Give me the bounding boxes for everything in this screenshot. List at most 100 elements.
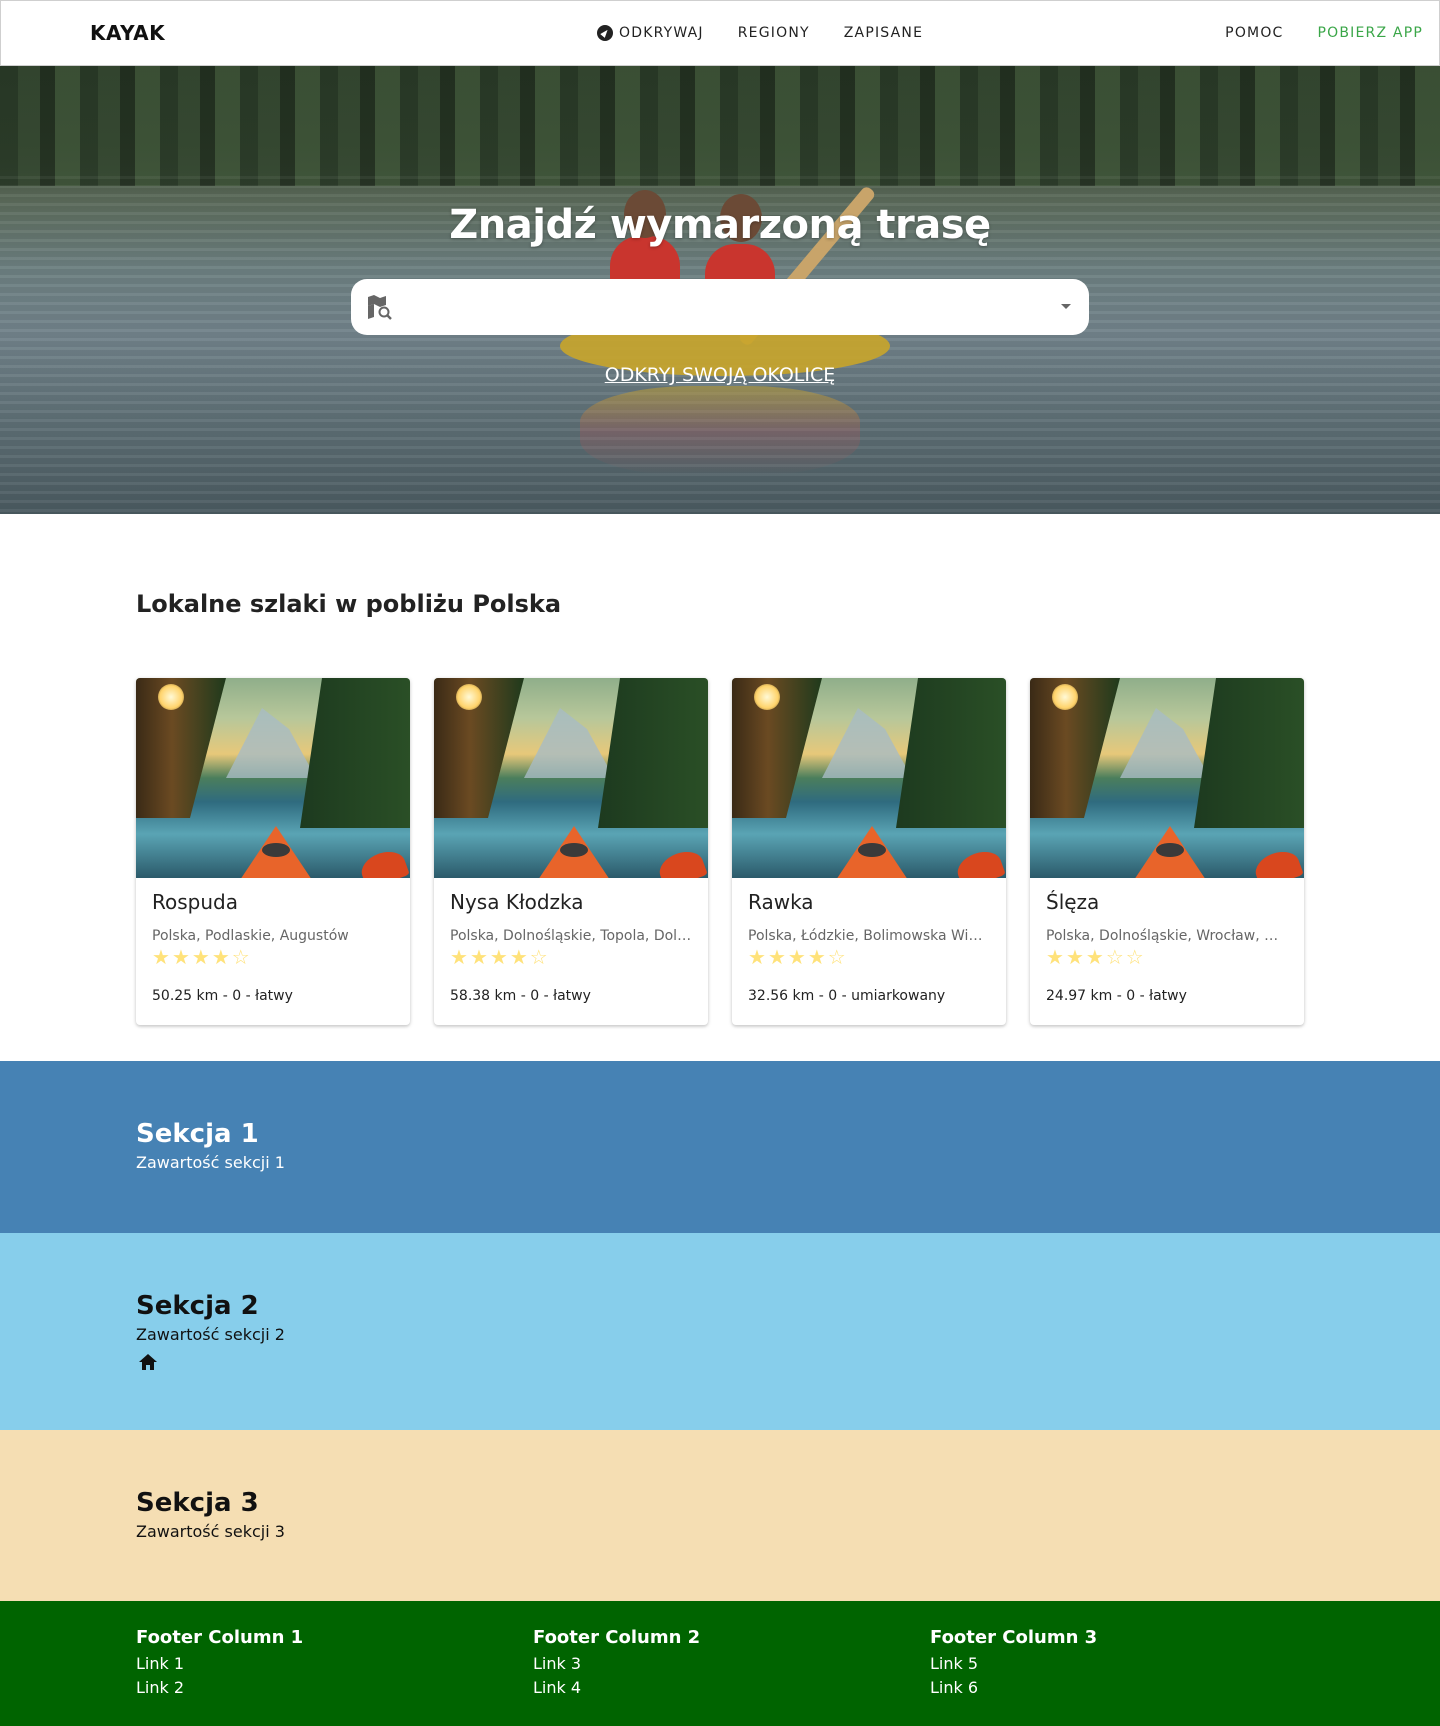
image-paddle xyxy=(655,846,708,878)
section-content: Zawartość sekcji 3 xyxy=(136,1522,285,1541)
trail-card[interactable]: Rospuda Polska, Podlaskie, Augustów ★★★★… xyxy=(136,678,410,1025)
image-tree xyxy=(598,678,708,828)
footer-link[interactable]: Link 1 xyxy=(136,1652,303,1676)
image-tree xyxy=(896,678,1006,828)
compass-icon xyxy=(597,25,613,41)
hero-banner: Znajdź wymarzoną trasę ODKRYJ SWOJĄ OKOL… xyxy=(0,66,1440,514)
trail-location: Polska, Dolnośląskie, Wrocław, D... xyxy=(1046,928,1288,944)
star-filled-icon: ★ xyxy=(1065,945,1086,969)
image-paddle xyxy=(357,846,410,878)
section-title: Sekcja 2 xyxy=(136,1291,259,1321)
footer-column-title: Footer Column 2 xyxy=(533,1627,701,1648)
hero-kayak-reflection xyxy=(580,386,860,476)
trail-card[interactable]: Rawka Polska, Łódzkie, Bolimowska Wie...… xyxy=(732,678,1006,1025)
trail-image xyxy=(136,678,410,878)
footer-link[interactable]: Link 4 xyxy=(533,1676,700,1700)
top-nav: KAYAK ODKRYWAJ REGIONY ZAPISANE POMOC PO… xyxy=(0,0,1440,66)
trail-card[interactable]: Ślęza Polska, Dolnośląskie, Wrocław, D..… xyxy=(1030,678,1304,1025)
star-rating: ★★★★☆ xyxy=(152,946,394,968)
image-paddle xyxy=(953,846,1006,878)
image-tree xyxy=(300,678,410,828)
trail-image xyxy=(732,678,1006,878)
star-filled-icon: ★ xyxy=(787,945,808,969)
nav-item-zapisane[interactable]: ZAPISANE xyxy=(844,25,923,41)
star-filled-icon: ★ xyxy=(748,945,768,969)
hero-title: Znajdź wymarzoną trasę xyxy=(449,202,991,248)
star-filled-icon: ★ xyxy=(152,945,172,969)
section-title: Sekcja 1 xyxy=(136,1119,259,1149)
home-icon xyxy=(139,1354,157,1370)
star-rating: ★★★☆☆ xyxy=(1046,946,1288,968)
trail-name: Rospuda xyxy=(152,890,238,914)
card-body: Nysa Kłodzka Polska, Dolnośląskie, Topol… xyxy=(434,878,708,1014)
trail-location: Polska, Łódzkie, Bolimowska Wie... xyxy=(748,928,990,944)
star-filled-icon: ★ xyxy=(1085,945,1106,969)
footer-link[interactable]: Link 5 xyxy=(930,1652,1097,1676)
card-body: Rospuda Polska, Podlaskie, Augustów ★★★★… xyxy=(136,878,410,1014)
image-kayak-cockpit xyxy=(262,843,290,857)
trail-search[interactable] xyxy=(351,279,1089,335)
trail-card[interactable]: Nysa Kłodzka Polska, Dolnośląskie, Topol… xyxy=(434,678,708,1025)
trail-cards: Rospuda Polska, Podlaskie, Augustów ★★★★… xyxy=(136,678,1304,1025)
trail-name: Rawka xyxy=(748,890,814,914)
trail-meta: 32.56 km - 0 - umiarkowany xyxy=(748,988,946,1004)
nav-item-download-app[interactable]: POBIERZ APP xyxy=(1318,25,1423,41)
image-tree xyxy=(1194,678,1304,828)
image-sun xyxy=(158,684,184,710)
star-filled-icon: ★ xyxy=(767,945,788,969)
star-empty-icon: ☆ xyxy=(1105,945,1126,969)
trail-meta: 24.97 km - 0 - łatwy xyxy=(1046,988,1187,1004)
star-filled-icon: ★ xyxy=(807,945,828,969)
hero-forest xyxy=(0,66,1440,186)
trail-meta: 50.25 km - 0 - łatwy xyxy=(152,988,293,1004)
discover-nearby-link[interactable]: ODKRYJ SWOJĄ OKOLICĘ xyxy=(0,364,1440,386)
search-input[interactable] xyxy=(407,287,1027,327)
star-empty-icon: ☆ xyxy=(529,945,550,969)
section-2: Sekcja 2 Zawartość sekcji 2 xyxy=(0,1233,1440,1430)
star-filled-icon: ★ xyxy=(509,945,530,969)
image-mountain xyxy=(226,708,316,778)
nav-label: ODKRYWAJ xyxy=(619,25,704,41)
nav-item-regiony[interactable]: REGIONY xyxy=(738,25,810,41)
section-1: Sekcja 1 Zawartość sekcji 1 xyxy=(0,1061,1440,1233)
footer-column-title: Footer Column 1 xyxy=(136,1627,304,1648)
image-kayak-cockpit xyxy=(858,843,886,857)
logo[interactable]: KAYAK xyxy=(90,21,165,45)
footer: Footer Column 1 Link 1 Link 2 Footer Col… xyxy=(0,1601,1440,1726)
image-mountain xyxy=(524,708,614,778)
card-body: Ślęza Polska, Dolnośląskie, Wrocław, D..… xyxy=(1030,878,1304,1014)
section-content: Zawartość sekcji 1 xyxy=(136,1153,285,1172)
image-sun xyxy=(1052,684,1078,710)
image-kayak-cockpit xyxy=(1156,843,1184,857)
footer-column-1: Footer Column 1 Link 1 Link 2 xyxy=(136,1627,303,1700)
local-trails-title: Lokalne szlaki w pobliżu Polska xyxy=(136,590,562,618)
star-filled-icon: ★ xyxy=(469,945,490,969)
nav-item-pomoc[interactable]: POMOC xyxy=(1225,25,1283,41)
star-filled-icon: ★ xyxy=(450,945,470,969)
star-rating: ★★★★☆ xyxy=(748,946,990,968)
star-filled-icon: ★ xyxy=(211,945,232,969)
footer-column-title: Footer Column 3 xyxy=(930,1627,1098,1648)
trail-name: Nysa Kłodzka xyxy=(450,890,584,914)
image-mountain xyxy=(1120,708,1210,778)
footer-link[interactable]: Link 6 xyxy=(930,1676,1097,1700)
image-mountain xyxy=(822,708,912,778)
section-content: Zawartość sekcji 2 xyxy=(136,1325,285,1344)
card-body: Rawka Polska, Łódzkie, Bolimowska Wie...… xyxy=(732,878,1006,1014)
footer-link[interactable]: Link 2 xyxy=(136,1676,303,1700)
image-paddle xyxy=(1251,846,1304,878)
image-kayak-cockpit xyxy=(560,843,588,857)
section-3: Sekcja 3 Zawartość sekcji 3 xyxy=(0,1430,1440,1601)
nav-right: POMOC POBIERZ APP xyxy=(1225,1,1423,65)
star-empty-icon: ☆ xyxy=(827,945,848,969)
footer-link[interactable]: Link 3 xyxy=(533,1652,700,1676)
section-title: Sekcja 3 xyxy=(136,1488,259,1518)
chevron-down-icon[interactable] xyxy=(1061,304,1071,309)
trail-image xyxy=(434,678,708,878)
star-filled-icon: ★ xyxy=(171,945,192,969)
trail-location: Polska, Dolnośląskie, Topola, Doli... xyxy=(450,928,692,944)
star-empty-icon: ☆ xyxy=(231,945,252,969)
trail-location: Polska, Podlaskie, Augustów xyxy=(152,928,349,944)
star-rating: ★★★★☆ xyxy=(450,946,692,968)
nav-item-odkrywaj[interactable]: ODKRYWAJ xyxy=(597,25,704,41)
